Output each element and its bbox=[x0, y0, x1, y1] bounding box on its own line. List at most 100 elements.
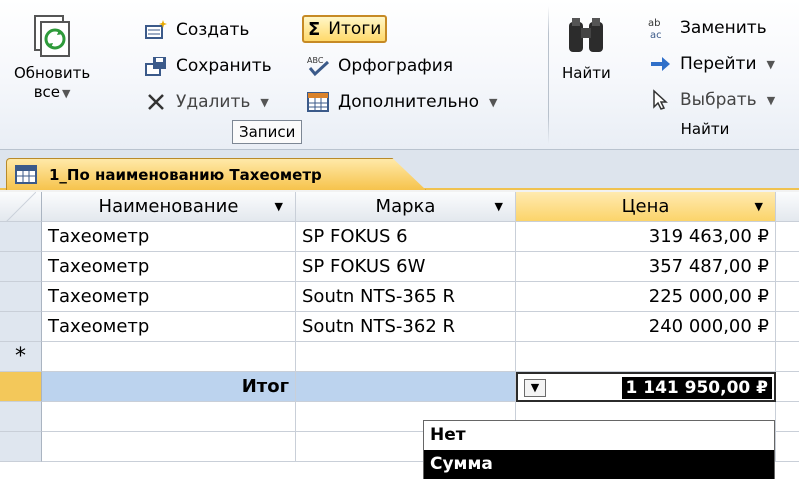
table-row: Тахеометр Soutn NTS-362 R 240 000,00 ₽ bbox=[0, 312, 799, 342]
totals-dropdown-button[interactable]: ▼ bbox=[524, 379, 546, 397]
cell-brand[interactable]: Soutn NTS-362 R bbox=[296, 312, 516, 342]
select-all-corner[interactable] bbox=[0, 192, 42, 222]
cell-price[interactable] bbox=[516, 342, 776, 372]
cell-brand[interactable]: SP FOKUS 6 bbox=[296, 222, 516, 252]
new-record-icon bbox=[145, 20, 167, 39]
row-selector[interactable] bbox=[0, 222, 42, 252]
records-group-label: Записи bbox=[232, 120, 303, 144]
totals-cell-brand[interactable] bbox=[296, 372, 516, 402]
empty-cell bbox=[42, 432, 296, 462]
find-label: Найти bbox=[562, 64, 611, 82]
create-label: Создать bbox=[176, 20, 250, 40]
column-header-label: Наименование bbox=[98, 196, 239, 217]
table-row: Тахеометр SP FOKUS 6 319 463,00 ₽ bbox=[0, 222, 799, 252]
cell-price[interactable]: 225 000,00 ₽ bbox=[516, 282, 776, 312]
svg-text:ABC: ABC bbox=[307, 56, 324, 65]
select-button[interactable]: Выбрать ▼ bbox=[644, 86, 779, 114]
column-header-name[interactable]: Наименование ▼ bbox=[42, 192, 296, 222]
new-record-row: * bbox=[0, 342, 799, 372]
cell-name[interactable] bbox=[42, 342, 296, 372]
query-tab[interactable]: 1_По наименованию Тахеометр bbox=[6, 158, 426, 190]
cell-price[interactable]: 357 487,00 ₽ bbox=[516, 252, 776, 282]
query-icon bbox=[15, 164, 37, 184]
refresh-all-label-line1: Обновить bbox=[14, 64, 91, 82]
ribbon: Обновить все ▼ Создать Сохранить Удалить … bbox=[0, 0, 799, 150]
delete-label: Удалить bbox=[176, 92, 251, 112]
cursor-icon bbox=[653, 89, 668, 110]
row-selector[interactable] bbox=[0, 312, 42, 342]
cell-filler bbox=[776, 252, 799, 282]
chevron-down-icon[interactable]: ▼ bbox=[755, 192, 763, 221]
goto-button[interactable]: Перейти ▼ bbox=[644, 50, 779, 78]
table-row: Тахеометр SP FOKUS 6W 357 487,00 ₽ bbox=[0, 252, 799, 282]
empty-cell bbox=[776, 402, 799, 432]
column-header-label: Цена bbox=[621, 196, 670, 217]
find-group-label: Найти bbox=[680, 120, 730, 138]
cell-filler bbox=[776, 312, 799, 342]
totals-value: 1 141 950,00 ₽ bbox=[621, 377, 772, 399]
spelling-button[interactable]: ABC Орфография bbox=[302, 52, 457, 80]
cell-brand[interactable] bbox=[296, 342, 516, 372]
totals-row-selector[interactable] bbox=[0, 372, 42, 402]
chevron-down-icon: ▼ bbox=[260, 95, 269, 109]
document-tab-strip: 1_По наименованию Тахеометр bbox=[0, 150, 799, 190]
cell-name[interactable]: Тахеометр bbox=[42, 282, 296, 312]
svg-text:ac: ac bbox=[650, 30, 662, 40]
group-separator bbox=[548, 6, 549, 144]
row-selector[interactable] bbox=[0, 282, 42, 312]
binoculars-icon bbox=[569, 18, 604, 52]
totals-label: Итоги bbox=[328, 19, 382, 39]
totals-label: Итог bbox=[42, 372, 296, 402]
table-row: Тахеометр Soutn NTS-365 R 225 000,00 ₽ bbox=[0, 282, 799, 312]
replace-icon: ab ac bbox=[648, 18, 662, 40]
cell-brand[interactable]: SP FOKUS 6W bbox=[296, 252, 516, 282]
cell-name[interactable]: Тахеометр bbox=[42, 252, 296, 282]
totals-option-none[interactable]: Нет bbox=[424, 421, 774, 450]
select-label: Выбрать bbox=[680, 90, 757, 110]
replace-label: Заменить bbox=[680, 18, 767, 38]
delete-x-icon bbox=[148, 94, 164, 110]
column-header-brand[interactable]: Марка ▼ bbox=[296, 192, 516, 222]
more-table-icon bbox=[307, 92, 329, 112]
column-header-label: Марка bbox=[375, 196, 436, 217]
cell-filler bbox=[776, 222, 799, 252]
cell-filler bbox=[776, 342, 799, 372]
delete-button[interactable]: Удалить ▼ bbox=[140, 88, 273, 116]
chevron-down-icon[interactable]: ▼ bbox=[495, 192, 503, 221]
save-records-icon bbox=[145, 57, 166, 76]
refresh-all-label-line2: все ▼ bbox=[34, 83, 71, 103]
find-button[interactable]: Найти bbox=[562, 14, 611, 83]
cell-name[interactable]: Тахеометр bbox=[42, 312, 296, 342]
cell-price[interactable]: 319 463,00 ₽ bbox=[516, 222, 776, 252]
refresh-all-label-text: все bbox=[33, 83, 61, 101]
goto-label: Перейти bbox=[680, 54, 757, 74]
totals-row: Итог ▼ 1 141 950,00 ₽ bbox=[0, 372, 799, 402]
totals-option-sum[interactable]: Сумма bbox=[424, 450, 774, 479]
column-header-price[interactable]: Цена ▼ bbox=[516, 192, 776, 222]
cell-price[interactable]: 240 000,00 ₽ bbox=[516, 312, 776, 342]
more-label: Дополнительно bbox=[338, 92, 479, 112]
more-button[interactable]: Дополнительно ▼ bbox=[302, 88, 501, 116]
replace-button[interactable]: ab ac Заменить bbox=[644, 14, 771, 42]
chevron-down-icon: ▼ bbox=[62, 87, 71, 100]
create-button[interactable]: Создать bbox=[140, 16, 253, 44]
chevron-down-icon[interactable]: ▼ bbox=[275, 192, 283, 221]
column-header-filler bbox=[776, 192, 799, 222]
spelling-label: Орфография bbox=[338, 56, 454, 76]
refresh-all-button[interactable]: Обновить все ▼ bbox=[14, 14, 90, 103]
row-selector bbox=[0, 402, 42, 432]
new-record-marker[interactable]: * bbox=[0, 342, 42, 372]
query-tab-title: 1_По наименованию Тахеометр bbox=[49, 165, 322, 184]
chevron-down-icon: ▼ bbox=[766, 93, 776, 107]
save-button[interactable]: Сохранить bbox=[140, 52, 276, 80]
totals-button[interactable]: Σ Итоги bbox=[302, 15, 388, 43]
save-label: Сохранить bbox=[176, 56, 272, 76]
svg-text:ab: ab bbox=[648, 18, 660, 29]
row-selector[interactable] bbox=[0, 252, 42, 282]
totals-cell-price[interactable]: ▼ 1 141 950,00 ₽ bbox=[516, 372, 776, 402]
cell-name[interactable]: Тахеометр bbox=[42, 222, 296, 252]
spelling-check-icon: ABC bbox=[307, 56, 330, 77]
column-header-row: Наименование ▼ Марка ▼ Цена ▼ bbox=[0, 192, 799, 222]
cell-brand[interactable]: Soutn NTS-365 R bbox=[296, 282, 516, 312]
sigma-icon: Σ bbox=[308, 18, 321, 40]
